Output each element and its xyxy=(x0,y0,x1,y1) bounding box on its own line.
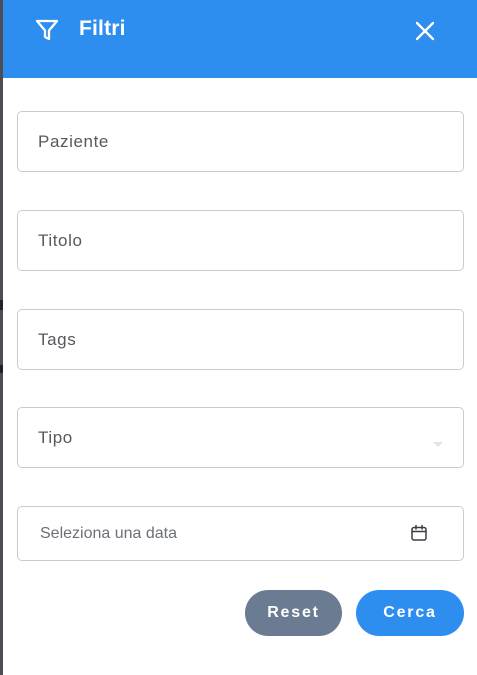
type-select-label: Tipo xyxy=(38,427,73,447)
close-icon[interactable] xyxy=(413,19,437,43)
filters-panel: Filtri Paziente Titolo Tags Tipo Selezio… xyxy=(3,0,477,675)
date-picker-field[interactable]: Seleziona una data xyxy=(17,506,464,561)
patient-field[interactable]: Paziente xyxy=(17,111,464,172)
chevron-down-icon xyxy=(433,442,443,447)
tags-field[interactable]: Tags xyxy=(17,309,464,370)
patient-field-label: Paziente xyxy=(38,131,109,151)
panel-header: Filtri xyxy=(3,0,477,78)
tags-field-label: Tags xyxy=(38,329,77,349)
title-field-label: Titolo xyxy=(38,230,83,250)
reset-button[interactable]: Reset xyxy=(245,590,342,636)
filter-icon xyxy=(35,18,59,42)
type-select[interactable]: Tipo xyxy=(17,407,464,468)
calendar-icon[interactable] xyxy=(410,524,428,542)
date-placeholder: Seleziona una data xyxy=(40,524,177,542)
search-button[interactable]: Cerca xyxy=(356,590,464,636)
title-field[interactable]: Titolo xyxy=(17,210,464,271)
panel-title: Filtri xyxy=(79,17,126,40)
